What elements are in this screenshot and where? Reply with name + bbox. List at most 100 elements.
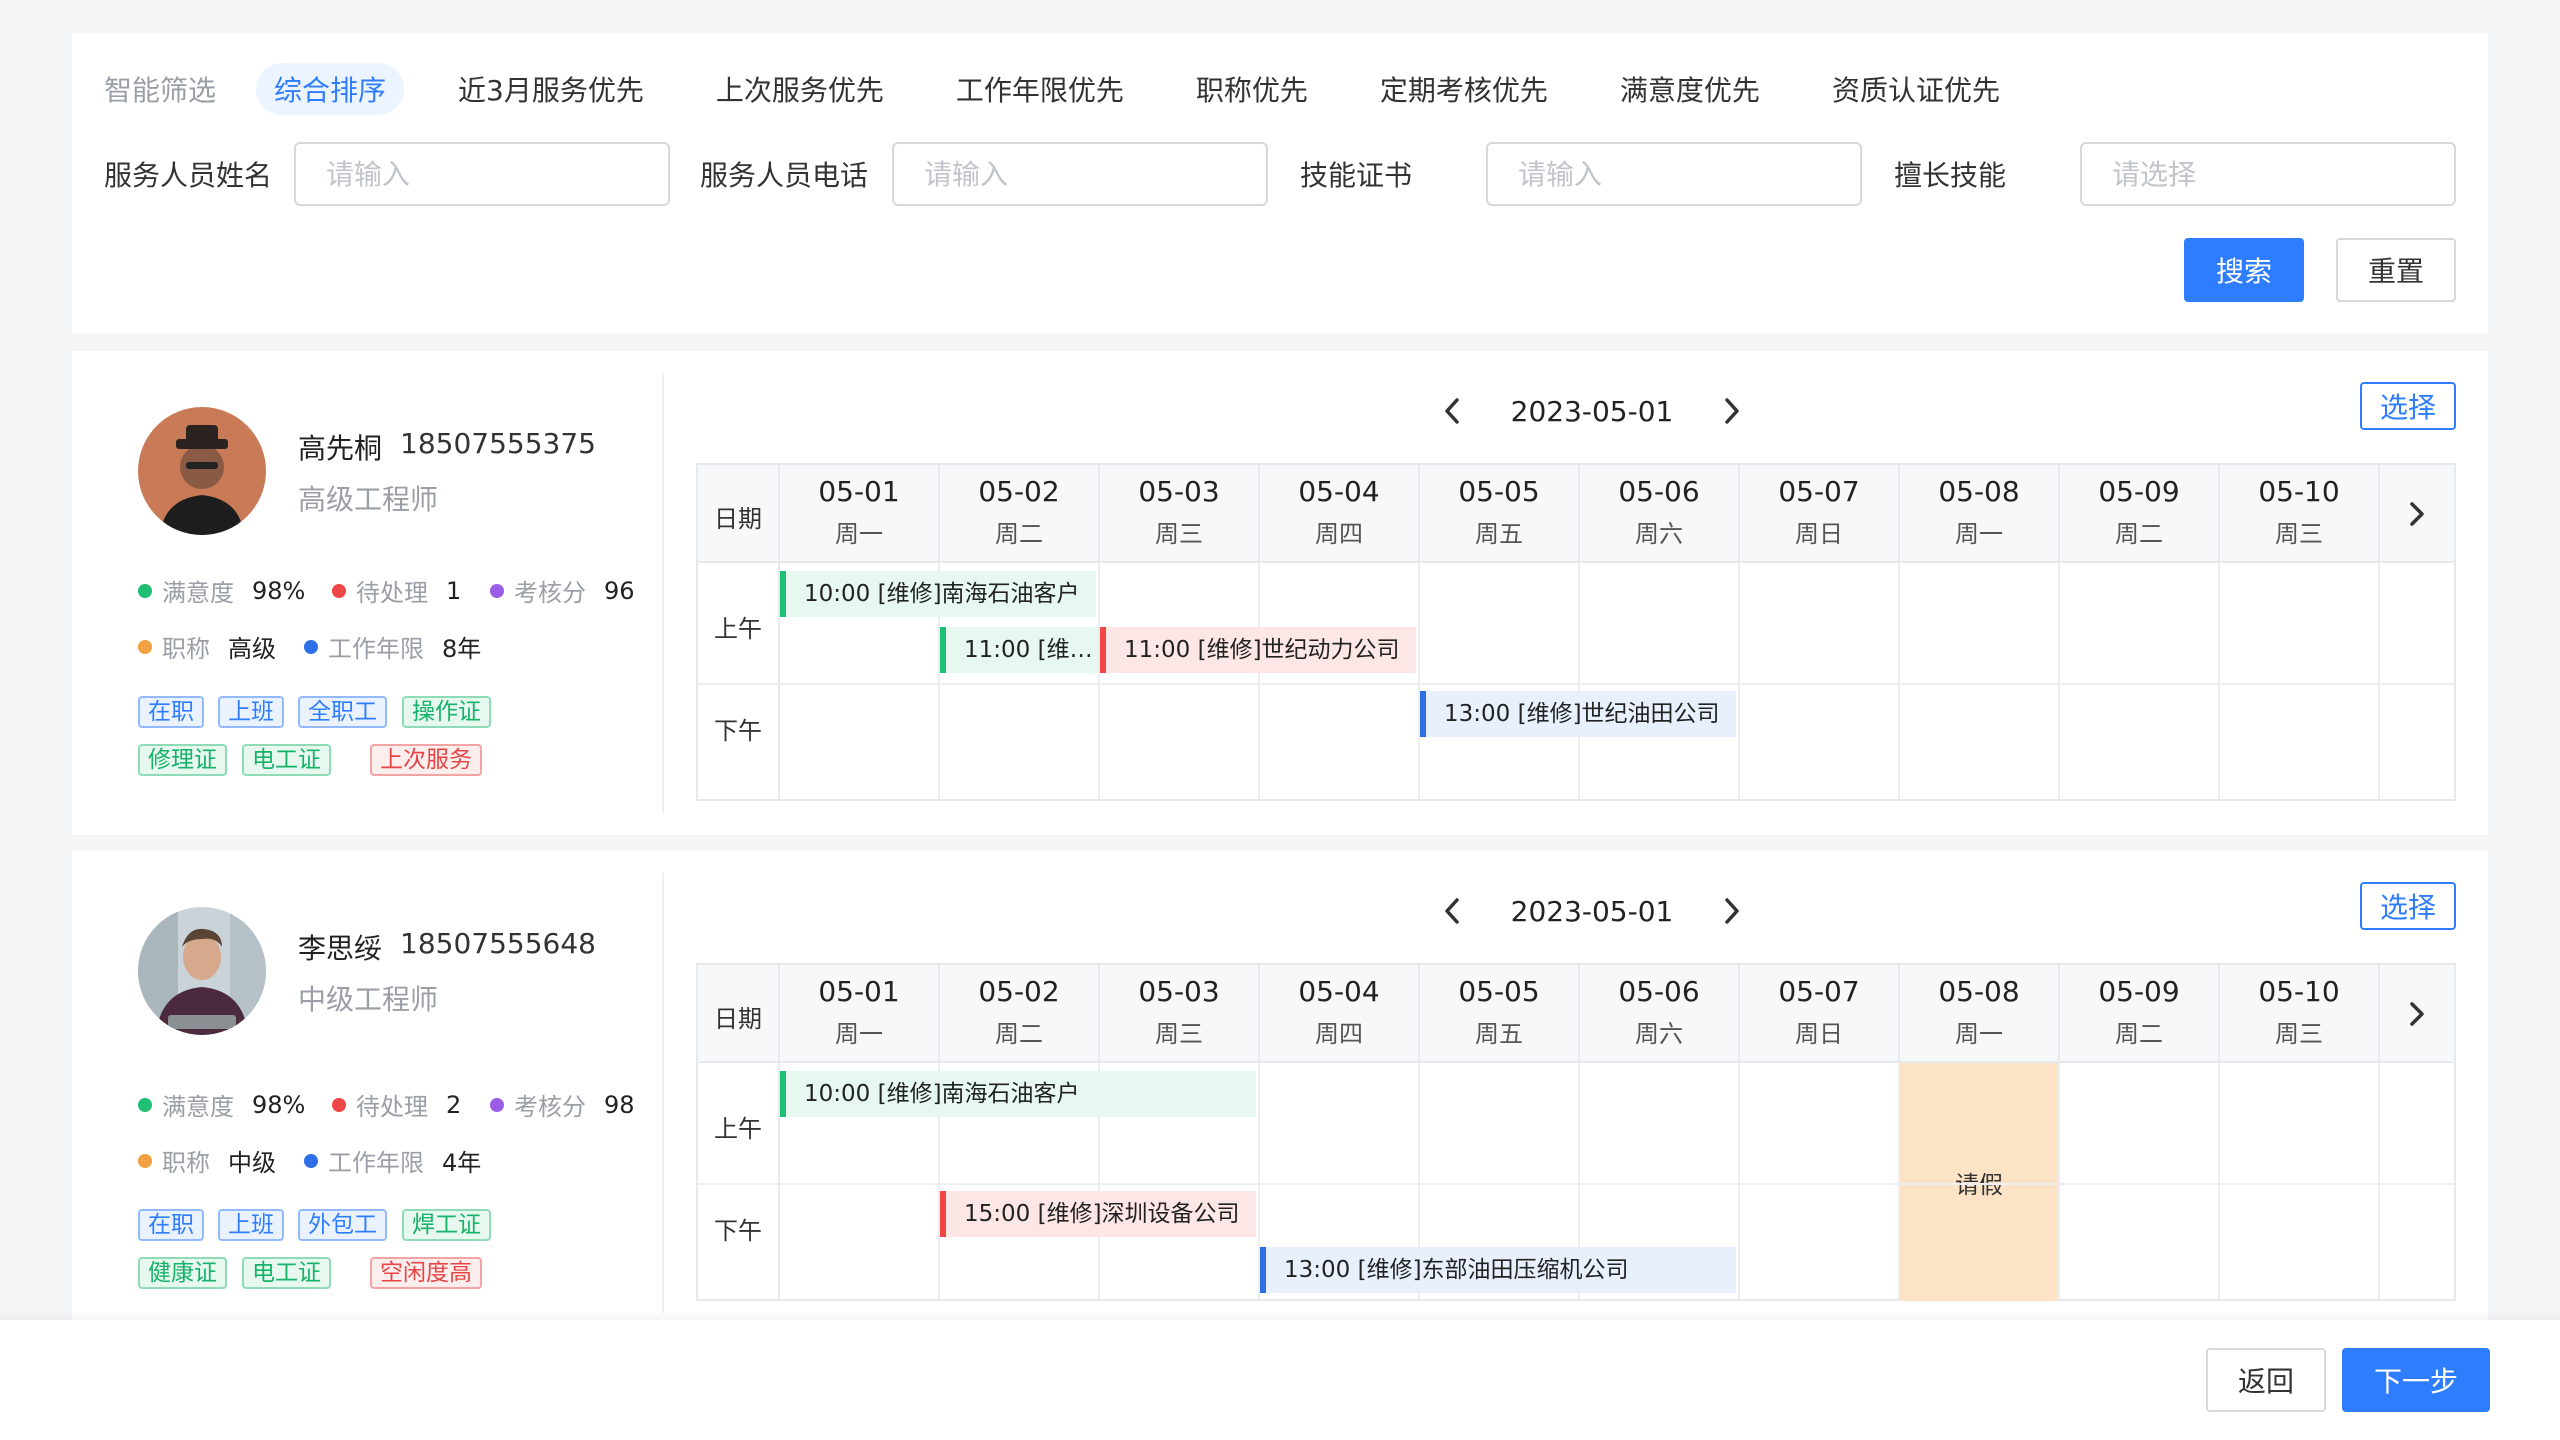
score-dot: [490, 1097, 504, 1112]
date-navigator: 2023-05-01: [1432, 387, 1752, 435]
day-date: 05-03: [1138, 475, 1220, 508]
day-header: 05-04 周四: [1258, 465, 1418, 563]
satisfaction-dot: [138, 583, 152, 598]
day-header: 05-05 周五: [1418, 465, 1578, 563]
satisfaction-stat: 满意度 98%: [138, 573, 305, 608]
sort-bar: 智能筛选 综合排序 近3月服务优先 上次服务优先 工作年限优先 职称优先 定期考…: [104, 63, 2054, 115]
day-header: 05-08 周一: [1898, 465, 2058, 563]
rank-label: 职称: [162, 635, 210, 663]
date-column-label: 日期: [714, 505, 762, 533]
grid-next-icon[interactable]: [2378, 965, 2454, 1063]
day-week: 周一: [1955, 520, 2003, 548]
grid-line: [1098, 563, 1100, 799]
back-button[interactable]: 返回: [2206, 1348, 2326, 1412]
day-week: 周二: [995, 520, 1043, 548]
next-week-icon[interactable]: [1712, 891, 1752, 931]
rank-stat: 职称 中级: [138, 1143, 276, 1178]
date-column-label: 日期: [714, 1005, 762, 1033]
schedule-header: 日期 05-01 周一 05-02 周二 05-03 周三 05-04 周四 05-05…: [698, 465, 2454, 563]
day-header: 05-08 周一: [1898, 965, 2058, 1063]
certificate-input[interactable]: [1486, 142, 1862, 206]
sort-option-assessment[interactable]: 定期考核优先: [1362, 63, 1566, 115]
sort-option-recent-3-months[interactable]: 近3月服务优先: [440, 63, 662, 115]
name-field: 服务人员姓名: [104, 142, 272, 206]
schedule-event[interactable]: 13:00 [维修]东部油田压缩机公司: [1260, 1247, 1736, 1293]
grid-line: [1738, 1063, 1740, 1299]
prev-week-icon[interactable]: [1432, 391, 1472, 431]
staff-phone: 18507555648: [400, 927, 596, 960]
certificate-field: 技能证书: [1300, 142, 1412, 206]
schedule-event[interactable]: 11:00 [维修]..: [940, 627, 1098, 673]
grid-line: [1898, 1063, 1900, 1299]
day-week: 周三: [2275, 1020, 2323, 1048]
phone-field: 服务人员电话: [700, 142, 868, 206]
score-stat: 考核分 98: [490, 1087, 635, 1122]
day-date: 05-10: [2258, 475, 2340, 508]
filter-panel: 智能筛选 综合排序 近3月服务优先 上次服务优先 工作年限优先 职称优先 定期考…: [72, 33, 2488, 333]
day-header: 05-09 周二: [2058, 965, 2218, 1063]
certificate-tag: 修理证: [138, 744, 227, 776]
sort-option-satisfaction[interactable]: 满意度优先: [1602, 63, 1778, 115]
sort-option-title[interactable]: 职称优先: [1178, 63, 1326, 115]
avatar: [138, 407, 266, 535]
satisfaction-dot: [138, 1097, 152, 1112]
grid-line: [1418, 563, 1420, 799]
day-date: 05-08: [1938, 475, 2020, 508]
day-week: 周四: [1315, 1020, 1363, 1048]
certificate-tag: 焊工证: [402, 1209, 491, 1241]
schedule-event[interactable]: 11:00 [维修]世纪动力公司: [1100, 627, 1416, 673]
phone-input[interactable]: [892, 142, 1268, 206]
day-header: 05-07 周日: [1738, 965, 1898, 1063]
day-header: 05-01 周一: [778, 965, 938, 1063]
years-value: 8年: [442, 635, 482, 663]
sort-option-certification[interactable]: 资质认证优先: [1814, 63, 2018, 115]
avatar-image: [138, 407, 266, 535]
day-date: 05-02: [978, 975, 1060, 1008]
select-button[interactable]: 选择: [2360, 382, 2456, 430]
select-button[interactable]: 选择: [2360, 882, 2456, 930]
day-header: 05-10 周三: [2218, 465, 2378, 563]
name-input[interactable]: [294, 142, 670, 206]
skill-select[interactable]: [2080, 142, 2456, 206]
schedule-event[interactable]: 10:00 [维修]南海石油客户: [780, 571, 1096, 617]
reset-button[interactable]: 重置: [2336, 238, 2456, 302]
search-button[interactable]: 搜索: [2184, 238, 2304, 302]
rank-stat: 职称 高级: [138, 629, 276, 664]
day-header: 05-07 周日: [1738, 465, 1898, 563]
schedule-grid: 日期 05-01 周一 05-02 周二 05-03 周三 05-04 周四 05-05…: [696, 963, 2456, 1301]
day-date: 05-01: [818, 975, 900, 1008]
score-label: 考核分: [514, 579, 586, 607]
prev-week-icon[interactable]: [1432, 891, 1472, 931]
status-tag: 上班: [218, 696, 284, 728]
day-date: 05-04: [1298, 475, 1380, 508]
schedule-event[interactable]: 10:00 [维修]南海石油客户: [780, 1071, 1256, 1117]
day-header: 05-02 周二: [938, 465, 1098, 563]
schedule-event[interactable]: 13:00 [维修]世纪油田公司: [1420, 691, 1736, 737]
sort-option-last-service[interactable]: 上次服务优先: [698, 63, 902, 115]
next-week-icon[interactable]: [1712, 391, 1752, 431]
day-date: 05-05: [1458, 475, 1540, 508]
date-navigator: 2023-05-01: [1432, 887, 1752, 935]
pending-label: 待处理: [356, 1093, 428, 1121]
rank-value: 中级: [228, 1149, 276, 1177]
grid-line: [2218, 563, 2220, 799]
grid-line: [1578, 563, 1580, 799]
skill-field-label: 擅长技能: [1894, 159, 2007, 192]
satisfaction-value: 98%: [252, 576, 306, 605]
day-week: 周五: [1475, 1020, 1523, 1048]
satisfaction-value: 98%: [252, 1090, 306, 1119]
staff-name: 李思绥: [298, 932, 383, 965]
status-tag: 上班: [218, 1209, 284, 1241]
sort-option-comprehensive[interactable]: 综合排序: [256, 63, 405, 115]
grid-line: [698, 1183, 2454, 1185]
grid-next-icon[interactable]: [2378, 465, 2454, 563]
sort-option-work-years[interactable]: 工作年限优先: [938, 63, 1142, 115]
rank-value: 高级: [228, 635, 276, 663]
day-header: 05-06 周六: [1578, 465, 1738, 563]
avatar: [138, 907, 266, 1035]
day-date: 05-09: [2098, 475, 2180, 508]
schedule-event[interactable]: 15:00 [维修]深圳设备公司: [940, 1191, 1256, 1237]
next-step-button[interactable]: 下一步: [2342, 1348, 2490, 1412]
satisfaction-label: 满意度: [162, 579, 234, 607]
day-week: 周四: [1315, 520, 1363, 548]
